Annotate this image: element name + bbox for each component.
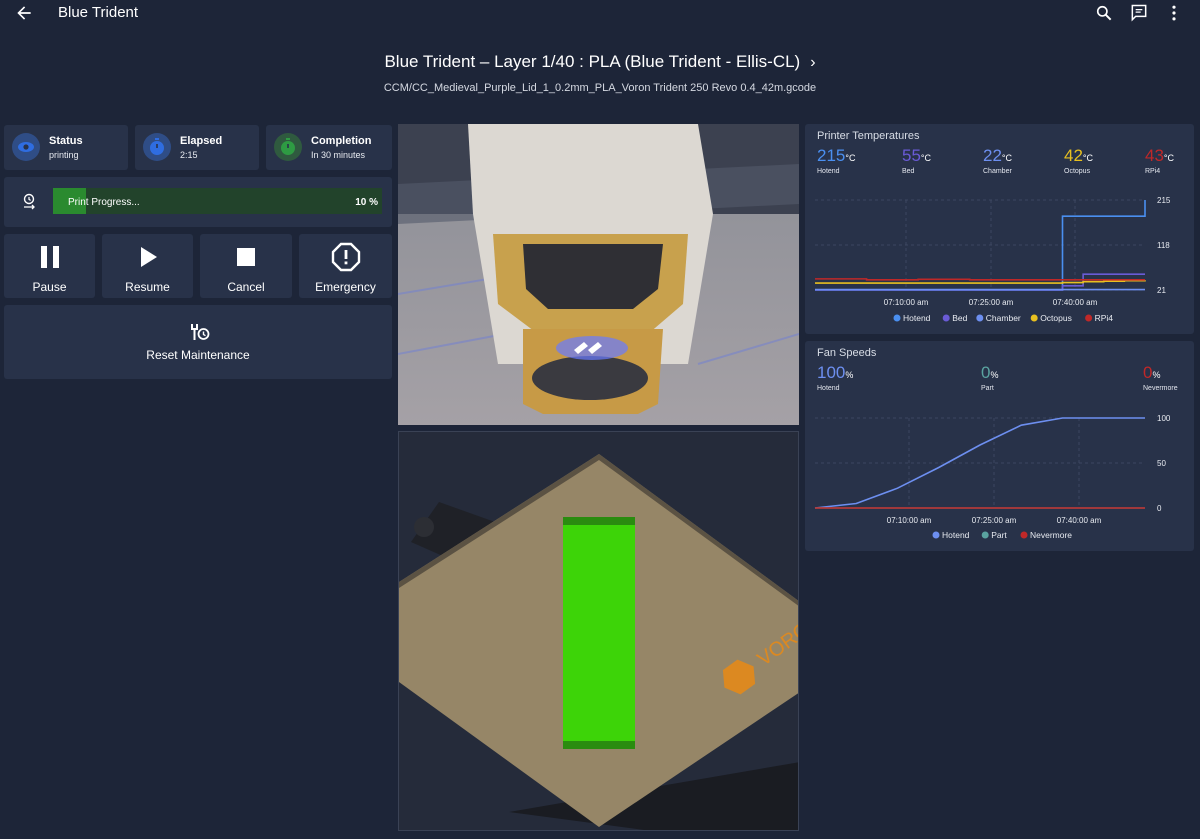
legend-swatch [1085,314,1093,322]
status-value: printing [49,150,79,160]
progress-label: Print Progress... [68,197,140,208]
elapsed-label: Elapsed [180,135,223,147]
reset-maintenance-label: Reset Maintenance [146,348,250,362]
pause-button[interactable]: Pause [4,234,95,298]
progress-icon [23,193,35,210]
reset-maintenance-button[interactable]: Reset Maintenance [4,305,392,379]
progress-card: Print Progress... 10 % [4,177,392,227]
emergency-button[interactable]: Emergency [299,234,392,298]
job-title-text: Blue Trident – Layer 1/40 : PLA (Blue Tr… [384,52,801,71]
wrench-clock-icon [191,324,210,340]
fan-speed-chart: 0 50 100 07:10:00 am 07:25:00 am 07:40:00 am H… [814,414,1171,540]
webcam-image [398,124,799,425]
legend-swatch [942,314,950,322]
completion-label: Completion [311,135,372,147]
legend-label: RPi4 [1095,313,1114,323]
legend-label: Bed [952,313,967,323]
elapsed-value: 2:15 [180,150,198,160]
fan-speeds-card: Fan Speeds 100% Hotend 0% Part 0% Neverm… [805,341,1194,551]
temperature-chart: 21 118 215 07:10:00 am 07:25:00 am 07:40:00 a… [815,196,1171,323]
play-icon [140,247,157,267]
app-bar: Blue Trident [0,0,1200,26]
series-line-octopus [815,279,1146,284]
legend-label: Part [991,530,1007,540]
pause-label: Pause [32,280,67,294]
legend-swatch [1030,314,1038,322]
completion-card: Completion In 30 minutes [266,125,392,170]
gcode-preview: VORO [398,431,799,831]
cancel-button[interactable]: Cancel [200,234,292,298]
legend-label: Chamber [986,313,1021,323]
pause-icon [40,246,59,268]
resume-label: Resume [125,280,170,294]
cancel-label: Cancel [227,280,265,294]
legend-label: Nevermore [1030,530,1072,540]
y-tick-label: 21 [1157,286,1166,295]
y-tick-label: 100 [1157,414,1171,423]
eye-icon [12,133,40,161]
search-icon[interactable] [1094,3,1114,23]
legend-label: Hotend [903,313,931,323]
y-tick-label: 215 [1157,196,1171,205]
elapsed-card: Elapsed 2:15 [135,125,259,170]
status-card: Status printing [4,125,128,170]
legend-swatch [893,314,901,322]
series-line-rpi4 [815,278,1145,281]
y-tick-label: 0 [1157,504,1162,513]
back-arrow-icon[interactable] [14,3,34,23]
emergency-label: Emergency [315,280,376,294]
legend-label: Octopus [1040,313,1072,323]
legend-swatch [976,314,984,322]
bed-preview-image: VORO [399,454,798,830]
webcam-view [398,124,799,425]
legend-label: Hotend [942,530,970,540]
chat-icon[interactable] [1129,3,1149,23]
x-tick-label: 07:10:00 am [887,516,932,525]
printer-temperatures-card: Printer Temperatures 215°C Hotend 55°C B… [805,124,1194,334]
chevron-right-icon: › [810,54,816,71]
legend-swatch [932,531,940,539]
x-tick-label: 07:25:00 am [969,298,1014,307]
job-title[interactable]: Blue Trident – Layer 1/40 : PLA (Blue Tr… [0,52,1200,72]
x-tick-label: 07:10:00 am [884,298,929,307]
alert-octagon-icon [331,242,360,272]
status-label: Status [49,135,83,147]
app-title: Blue Trident [58,4,139,21]
legend-swatch [981,531,989,539]
stop-icon [237,248,255,266]
completion-value: In 30 minutes [311,150,366,160]
gcode-filename: CCM/CC_Medieval_Purple_Lid_1_0.2mm_PLA_V… [383,82,817,94]
legend-swatch [1020,531,1028,539]
timer-icon [274,133,302,161]
y-tick-label: 118 [1157,241,1170,250]
y-tick-label: 50 [1157,459,1166,468]
x-tick-label: 07:40:00 am [1053,298,1098,307]
more-vert-icon[interactable] [1164,3,1184,23]
resume-button[interactable]: Resume [102,234,193,298]
x-tick-label: 07:25:00 am [972,516,1017,525]
x-tick-label: 07:40:00 am [1057,516,1102,525]
stopwatch-icon [143,133,171,161]
progress-percent: 10 % [355,197,378,208]
